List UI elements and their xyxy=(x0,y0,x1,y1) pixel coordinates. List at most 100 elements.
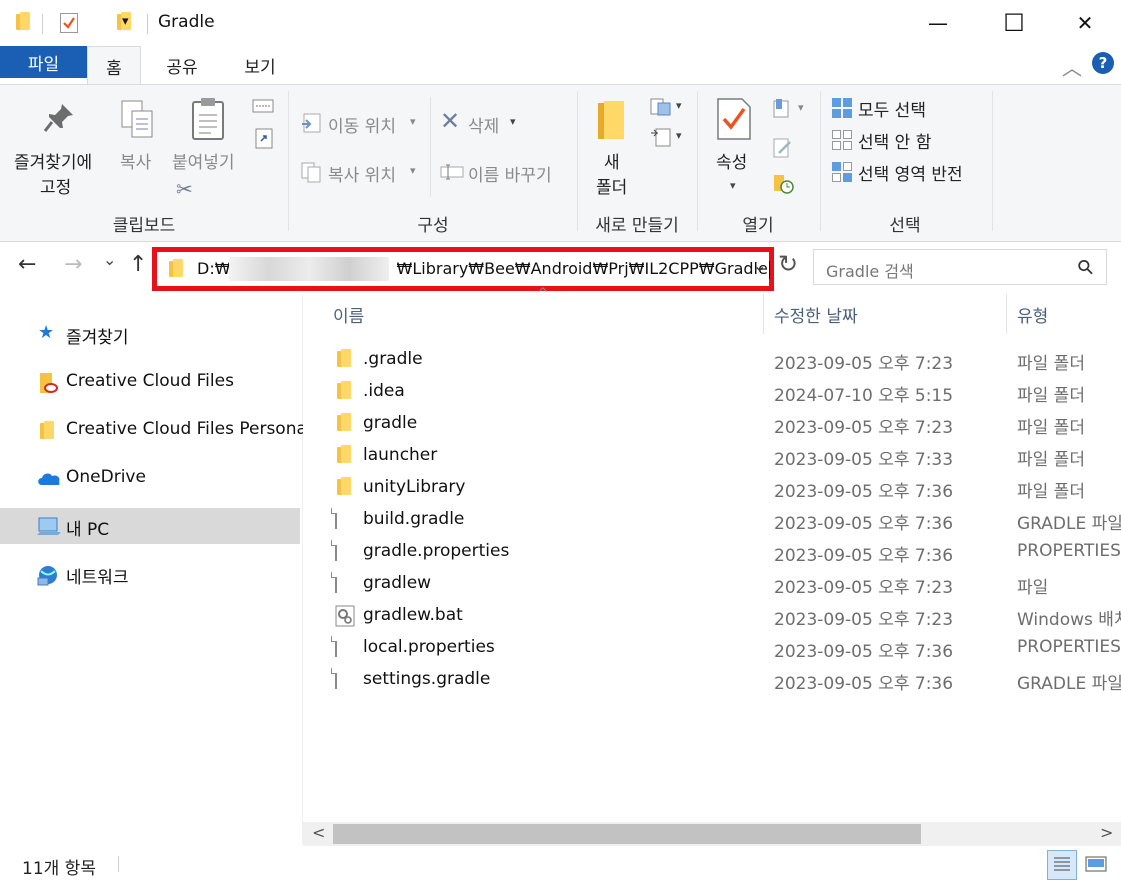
table-row[interactable]: launcher 2023-09-05 오후 7:33 파일 폴더 xyxy=(303,440,1121,472)
file-type: PROPERTIES xyxy=(1017,541,1121,561)
column-divider[interactable] xyxy=(1006,294,1007,334)
copy-icon xyxy=(121,100,153,138)
batch-file-icon xyxy=(335,605,355,627)
column-header-type[interactable]: 유형 xyxy=(1017,302,1048,327)
sidebar-item-quick-access[interactable]: ★ 즐겨찾기 xyxy=(0,316,300,352)
new-folder-icon xyxy=(598,101,624,139)
ribbon-tabs: 파일 홈 공유 보기 ︿ ? xyxy=(0,46,1121,85)
open-button[interactable]: ▾ xyxy=(770,97,810,121)
tab-file[interactable]: 파일 xyxy=(0,46,87,78)
select-none-button[interactable]: 선택 안 함 xyxy=(830,127,980,153)
divider xyxy=(147,14,148,34)
table-row[interactable]: unityLibrary 2023-09-05 오후 7:36 파일 폴더 xyxy=(303,472,1121,504)
search-icon[interactable]: ⚲ xyxy=(1072,253,1099,280)
scrollbar-thumb[interactable] xyxy=(333,824,921,844)
file-icon xyxy=(335,508,337,529)
sidebar-item-creative-cloud-files[interactable]: Creative Cloud Files xyxy=(0,364,300,400)
clipboard-group-label: 클립보드 xyxy=(112,216,176,236)
move-to-button[interactable]: 이동 위치 ▾ xyxy=(298,109,424,139)
sidebar-item-label: 내 PC xyxy=(66,520,110,540)
file-date: 2023-09-05 오후 7:23 xyxy=(774,418,954,438)
select-all-label: 모두 선택 xyxy=(858,101,926,121)
table-row[interactable]: gradlew 2023-09-05 오후 7:23 파일 xyxy=(303,568,1121,600)
forward-icon[interactable]: → xyxy=(64,252,82,277)
copy-to-button[interactable]: 복사 위치 ▾ xyxy=(298,158,424,188)
sort-ascending-icon: ^ xyxy=(537,286,549,302)
tab-home[interactable]: 홈 xyxy=(87,46,141,85)
customize-quick-access-icon[interactable]: ▾ xyxy=(122,14,129,29)
copy-path-icon[interactable] xyxy=(252,99,274,113)
address-bar[interactable]: D:₩ ₩Library₩Bee₩Android₩Prj₩IL2CPP₩Gradl… xyxy=(152,247,774,291)
details-view-button[interactable] xyxy=(1047,850,1077,880)
table-row[interactable]: build.gradle 2023-09-05 오후 7:36 GRADLE 파일 xyxy=(303,504,1121,536)
sidebar-item-network[interactable]: 네트워크 xyxy=(0,556,300,592)
folder-icon xyxy=(335,413,353,435)
pin-icon xyxy=(43,104,73,132)
rename-button[interactable]: 이름 바꾸기 xyxy=(438,158,568,188)
copy-button[interactable]: 복사 xyxy=(114,95,162,175)
paste-label: 붙여넣기 xyxy=(172,153,235,173)
invert-selection-icon xyxy=(832,162,852,182)
table-row[interactable]: gradlew.bat 2023-09-05 오후 7:23 Windows 배치 xyxy=(303,600,1121,632)
recent-locations-icon[interactable]: ⌄ xyxy=(103,250,116,269)
table-row[interactable]: gradle.properties 2023-09-05 오후 7:36 PROPE… xyxy=(303,536,1121,568)
column-divider[interactable] xyxy=(763,294,764,334)
help-icon[interactable]: ? xyxy=(1092,52,1114,74)
edit-icon[interactable] xyxy=(772,137,794,159)
file-list: ^ 이름 수정한 날짜 유형 .gradle 2023-09-05 오후 7:23… xyxy=(303,286,1121,844)
table-row[interactable]: local.properties 2023-09-05 오후 7:36 PROPER… xyxy=(303,632,1121,664)
table-row[interactable]: .idea 2024-07-10 오후 5:15 파일 폴더 xyxy=(303,376,1121,408)
table-row[interactable]: gradle 2023-09-05 오후 7:23 파일 폴더 xyxy=(303,408,1121,440)
sidebar-item-creative-cloud-personal[interactable]: Creative Cloud Files Personal xyxy=(0,412,312,448)
sidebar-item-this-pc[interactable]: 내 PC xyxy=(0,508,300,544)
easy-access-icon xyxy=(651,128,671,147)
scroll-right-icon[interactable]: > xyxy=(1100,823,1113,842)
file-date: 2023-09-05 오후 7:36 xyxy=(774,642,954,662)
horizontal-scrollbar[interactable]: < > xyxy=(303,822,1121,846)
collapse-ribbon-icon[interactable]: ︿ xyxy=(1062,52,1082,81)
up-icon[interactable]: ↑ xyxy=(129,252,147,277)
new-folder-button[interactable]: 새 폴더 xyxy=(588,95,636,205)
large-icons-view-button[interactable] xyxy=(1082,850,1112,880)
pin-to-quick-access-button[interactable]: 즐겨찾기에 고정 xyxy=(6,95,110,205)
window-title: Gradle xyxy=(158,12,215,32)
pin-label: 고정 xyxy=(40,178,72,198)
close-button[interactable]: ✕ xyxy=(1062,0,1108,46)
chevron-down-icon: ▾ xyxy=(510,115,516,128)
file-name: gradle.properties xyxy=(363,541,510,561)
tab-share[interactable]: 공유 xyxy=(150,46,214,84)
column-header-date[interactable]: 수정한 날짜 xyxy=(774,302,858,327)
invert-selection-button[interactable]: 선택 영역 반전 xyxy=(830,159,990,185)
address-dropdown-icon[interactable]: ⌄ xyxy=(753,256,766,275)
tab-view[interactable]: 보기 xyxy=(228,46,292,84)
history-icon[interactable] xyxy=(772,173,796,195)
refresh-icon[interactable]: ↻ xyxy=(778,250,798,278)
table-row[interactable]: .gradle 2023-09-05 오후 7:23 파일 폴더 xyxy=(303,344,1121,376)
select-all-button[interactable]: 모두 선택 xyxy=(830,95,980,121)
folder-icon xyxy=(14,12,32,32)
maximize-button[interactable]: ☐ xyxy=(991,0,1037,46)
file-date: 2024-07-10 오후 5:15 xyxy=(774,386,954,406)
sidebar-item-onedrive[interactable]: OneDrive xyxy=(0,460,300,496)
new-item-button[interactable]: ▾ xyxy=(648,95,688,119)
search-box[interactable]: Gradle 검색 ⚲ xyxy=(813,249,1107,285)
properties-quick-access-icon[interactable] xyxy=(60,13,78,33)
easy-access-button[interactable]: ▾ xyxy=(648,125,688,149)
table-row[interactable]: settings.gradle 2023-09-05 오후 7:36 GRADLE … xyxy=(303,664,1121,696)
back-icon[interactable]: ← xyxy=(18,252,36,277)
properties-button[interactable]: 속성 ▾ xyxy=(708,95,762,205)
file-icon xyxy=(335,572,337,593)
scroll-left-icon[interactable]: < xyxy=(312,823,325,842)
sidebar-item-label: Creative Cloud Files Personal xyxy=(66,419,312,439)
search-placeholder: Gradle 검색 xyxy=(826,262,914,281)
paste-button[interactable]: 붙여넣기 ✂ xyxy=(170,95,246,205)
title-bar: ▾ Gradle — ☐ ✕ xyxy=(0,0,1121,46)
file-type: 파일 폴더 xyxy=(1017,386,1085,406)
group-divider xyxy=(430,97,431,197)
cut-icon[interactable]: ✂ xyxy=(176,177,193,201)
column-header-name[interactable]: 이름 xyxy=(333,302,364,327)
minimize-button[interactable]: — xyxy=(915,0,961,46)
file-date: 2023-09-05 오후 7:23 xyxy=(774,354,954,374)
delete-button[interactable]: ✕ 삭제 ▾ xyxy=(438,107,522,139)
paste-shortcut-icon[interactable] xyxy=(255,127,273,149)
